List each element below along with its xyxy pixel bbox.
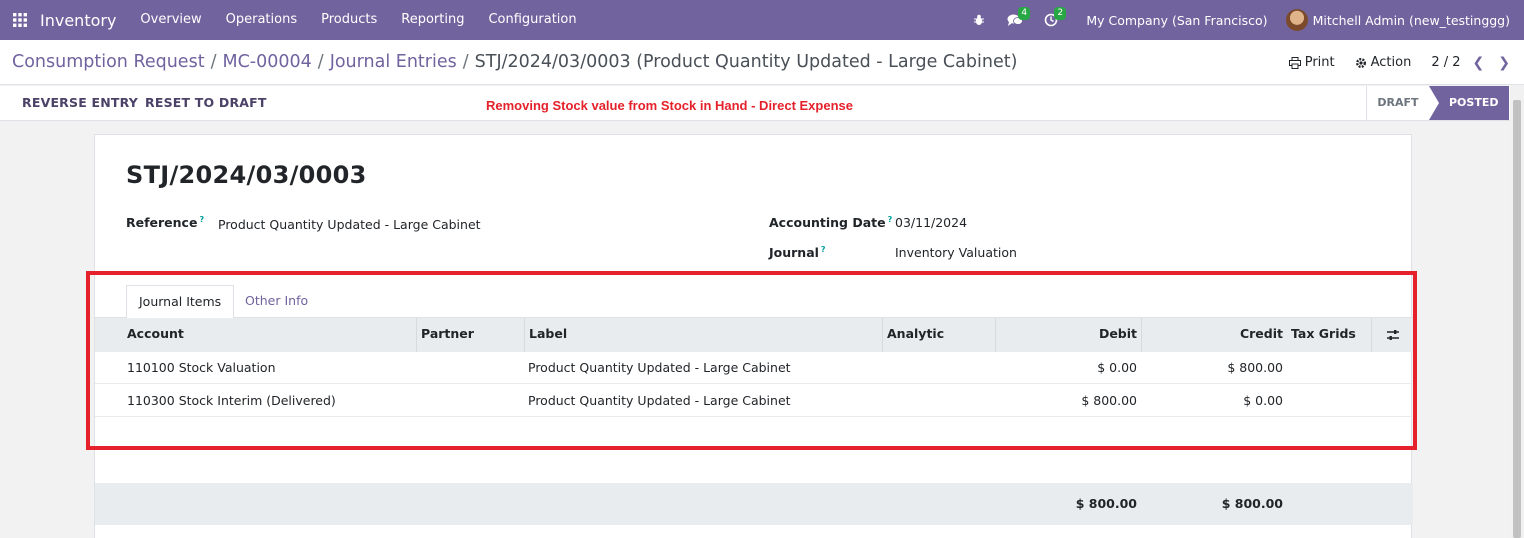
journal-label: Journal? — [769, 245, 826, 260]
column-label[interactable]: Label — [524, 318, 882, 352]
total-debit: $ 800.00 — [1075, 496, 1137, 511]
table-row[interactable]: 110100 Stock Valuation Product Quantity … — [95, 352, 1413, 384]
cell-partner — [416, 352, 424, 384]
debug-bug-icon[interactable] — [964, 0, 994, 40]
gear-icon — [1355, 57, 1366, 68]
cell-credit: $ 0.00 — [1243, 393, 1283, 408]
chevron-left-icon[interactable]: ❮ — [1473, 55, 1485, 71]
cell-account: 110300 Stock Interim (Delivered) — [127, 393, 336, 408]
cell-account: 110100 Stock Valuation — [127, 360, 276, 375]
tab-journal-items[interactable]: Journal Items — [126, 285, 235, 319]
breadcrumb-mc-record[interactable]: MC-00004 — [222, 52, 311, 72]
menu-overview[interactable]: Overview — [128, 0, 213, 40]
breadcrumb-consumption-request[interactable]: Consumption Request — [12, 52, 205, 72]
cell-tax-grids — [1287, 385, 1295, 417]
cell-analytic — [882, 385, 890, 417]
messages-count-badge: 4 — [1018, 7, 1031, 20]
menu-configuration[interactable]: Configuration — [476, 0, 588, 40]
form-sheet: STJ/2024/03/0003 Reference? Product Quan… — [94, 134, 1413, 538]
reference-value[interactable]: Product Quantity Updated - Large Cabinet — [218, 217, 481, 232]
tab-other-info[interactable]: Other Info — [233, 285, 320, 319]
reference-label: Reference? — [126, 215, 205, 230]
apps-menu-icon[interactable] — [0, 0, 40, 40]
scrollbar-thumb[interactable] — [1513, 100, 1521, 538]
app-name[interactable]: Inventory — [40, 11, 116, 30]
breadcrumb-journal-entries[interactable]: Journal Entries — [330, 52, 457, 72]
notebook-tabs: Journal Items Other Info — [95, 285, 1413, 319]
menu-products[interactable]: Products — [309, 0, 389, 40]
stage-posted[interactable]: POSTED — [1429, 86, 1509, 120]
cell-label: Product Quantity Updated - Large Cabinet — [528, 393, 791, 408]
journal-value[interactable]: Inventory Valuation — [895, 245, 1017, 260]
column-partner[interactable]: Partner — [416, 318, 524, 352]
messages-icon[interactable]: 4 — [1000, 0, 1031, 40]
user-menu[interactable]: Mitchell Admin (new_testinggg) — [1285, 9, 1510, 31]
help-icon[interactable]: ? — [888, 215, 893, 224]
table-header: Account Partner Label Analytic Debit Cre… — [95, 318, 1413, 352]
annotation-text: Removing Stock value from Stock in Hand … — [486, 98, 853, 113]
page-scrollbar[interactable] — [1510, 86, 1524, 538]
breadcrumb-separator: / — [210, 52, 217, 72]
cell-debit: $ 800.00 — [1081, 393, 1137, 408]
control-panel: Consumption Request / MC-00004/Journal Ent… — [0, 40, 1524, 85]
print-label: Print — [1304, 55, 1335, 70]
cell-partner — [416, 385, 424, 417]
breadcrumb-separator: / — [317, 52, 324, 72]
help-icon[interactable]: ? — [199, 215, 204, 224]
help-icon[interactable]: ? — [821, 245, 826, 254]
column-tax-grids[interactable]: Tax Grids — [1287, 318, 1371, 352]
column-analytic[interactable]: Analytic — [882, 318, 995, 352]
accounting-date-label: Accounting Date? — [769, 215, 893, 230]
activities-clock-icon[interactable]: 2 — [1036, 0, 1067, 40]
print-icon — [1288, 56, 1301, 69]
company-switcher[interactable]: My Company (San Francisco) — [1086, 13, 1267, 28]
cell-credit: $ 800.00 — [1227, 360, 1283, 375]
column-credit[interactable]: Credit — [1141, 318, 1287, 352]
chevron-right-icon[interactable]: ❯ — [1498, 55, 1510, 71]
breadcrumb-current: STJ/2024/03/0003 (Product Quantity Updat… — [474, 52, 1018, 72]
cell-label: Product Quantity Updated - Large Cabinet — [528, 360, 791, 375]
avatar — [1285, 9, 1308, 31]
activities-count-badge: 2 — [1054, 7, 1067, 20]
reverse-entry-button[interactable]: REVERSE ENTRY — [22, 95, 138, 110]
action-button[interactable]: Action — [1355, 55, 1412, 70]
table-row[interactable]: 110300 Stock Interim (Delivered) Product… — [95, 385, 1413, 417]
column-account[interactable]: Account — [123, 318, 416, 352]
column-settings-icon[interactable] — [1371, 318, 1413, 352]
pager-value[interactable]: 2 / 2 — [1431, 55, 1460, 70]
column-debit[interactable]: Debit — [995, 318, 1141, 352]
breadcrumb-separator: / — [462, 52, 469, 72]
breadcrumb: Consumption Request / MC-00004/Journal Ent… — [12, 52, 1017, 72]
menu-reporting[interactable]: Reporting — [389, 0, 476, 40]
statusbar: REVERSE ENTRY RESET TO DRAFT Removing St… — [0, 86, 1524, 121]
user-name: Mitchell Admin (new_testinggg) — [1312, 12, 1510, 28]
print-button[interactable]: Print — [1288, 55, 1335, 70]
reset-to-draft-button[interactable]: RESET TO DRAFT — [145, 95, 267, 110]
cell-tax-grids — [1287, 352, 1295, 384]
top-navbar: Inventory Overview Operations Products R… — [0, 0, 1524, 40]
action-label: Action — [1370, 55, 1412, 70]
stage-draft[interactable]: DRAFT — [1366, 86, 1429, 120]
total-credit: $ 800.00 — [1221, 496, 1283, 511]
entry-title: STJ/2024/03/0003 — [126, 161, 367, 189]
table-footer-totals: $ 800.00 $ 800.00 — [95, 483, 1413, 525]
empty-row[interactable] — [95, 418, 1413, 450]
cell-debit: $ 0.00 — [1097, 360, 1137, 375]
accounting-date-value[interactable]: 03/11/2024 — [895, 215, 967, 230]
menu-operations[interactable]: Operations — [214, 0, 309, 40]
cell-analytic — [882, 352, 890, 384]
